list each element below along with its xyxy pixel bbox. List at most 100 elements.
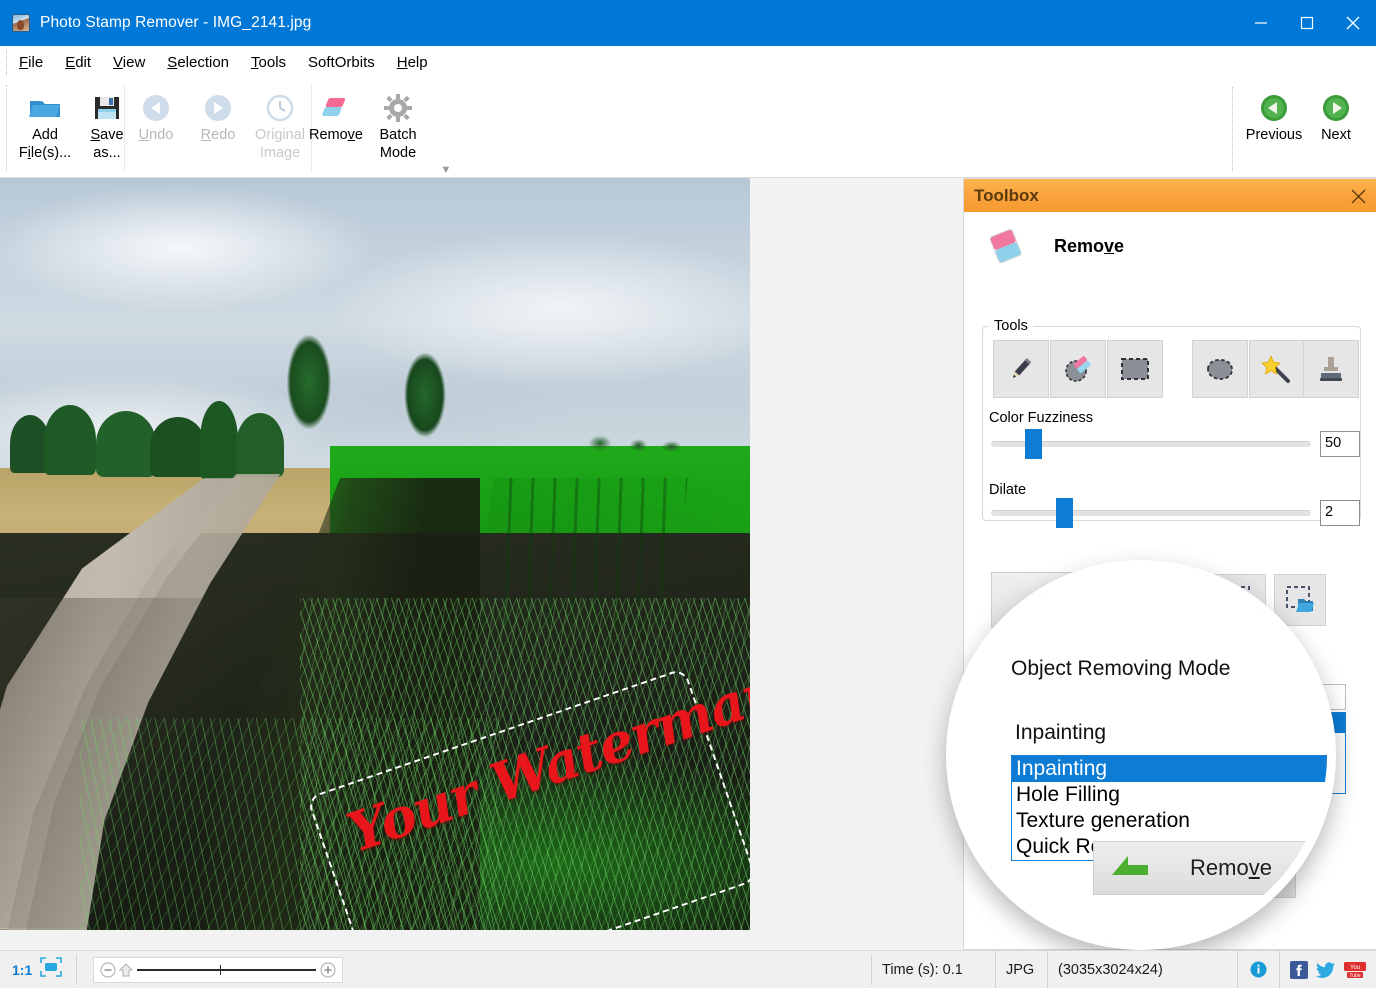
original-image-label-line1: Original	[248, 128, 312, 143]
status-divider-1	[76, 955, 77, 985]
zoom-out-icon[interactable]	[100, 962, 116, 978]
nav-divider	[1232, 87, 1233, 171]
status-dimensions: (3035x3024x24)	[1048, 951, 1238, 988]
redo-button[interactable]: Redo	[187, 85, 249, 143]
add-files-label-line1: Add	[13, 128, 77, 143]
dilate-value[interactable]: 2	[1320, 500, 1360, 526]
lasso-tool-button[interactable]	[1192, 340, 1248, 398]
zoom-orm-option-inpainting[interactable]: Inpainting	[1012, 756, 1336, 782]
add-files-button[interactable]: Add File(s)...	[14, 85, 76, 161]
eraser-tool-button[interactable]	[1050, 340, 1106, 398]
zoom-orm-option-hole-filling[interactable]: Hole Filling	[1012, 782, 1336, 808]
menu-edit[interactable]: Edit	[54, 51, 102, 74]
status-bar: 1:1	[0, 950, 1376, 988]
close-button[interactable]	[1330, 0, 1376, 46]
toolbox-close-button[interactable]	[1347, 185, 1369, 207]
status-right-group: Time (s): 0.1 JPG (3035x3024x24)	[871, 951, 1376, 988]
svg-text:Tube: Tube	[1349, 973, 1360, 979]
tools-group-label: Tools	[989, 318, 1033, 334]
zoom-green-remove-icon	[1106, 847, 1158, 889]
menu-tools[interactable]: Tools	[240, 51, 297, 74]
clone-stamp-tool-button[interactable]	[1303, 340, 1359, 398]
toolbox-tool-header: Remove	[964, 212, 1376, 266]
title-bar: Photo Stamp Remover - IMG_2141.jpg	[0, 0, 1376, 46]
window-title: Photo Stamp Remover - IMG_2141.jpg	[40, 14, 311, 32]
batch-mode-label-line2: Mode	[366, 146, 430, 161]
image-canvas[interactable]: Your Watermark	[0, 178, 750, 930]
clock-history-icon	[265, 91, 295, 125]
undo-arrow-icon	[141, 91, 171, 125]
color-fuzziness-value[interactable]: 50	[1320, 431, 1360, 457]
redo-arrow-icon	[203, 91, 233, 125]
magic-wand-tool-button[interactable]	[1249, 340, 1305, 398]
zoom-ratio-button[interactable]: 1:1	[0, 962, 32, 978]
next-button[interactable]: Next	[1308, 85, 1364, 143]
facebook-icon[interactable]	[1290, 961, 1308, 979]
green-right-arrow-icon	[1321, 91, 1351, 125]
info-button[interactable]	[1238, 951, 1280, 988]
undo-button[interactable]: Undo	[125, 85, 187, 143]
menu-view[interactable]: View	[102, 51, 156, 74]
social-links: You Tube	[1280, 961, 1376, 979]
far-trees	[578, 430, 688, 452]
remove-ribbon-button[interactable]: Remove	[305, 85, 367, 143]
ribbon-history-group: Undo Redo O	[124, 85, 312, 171]
menu-help[interactable]: Help	[386, 51, 439, 74]
magnifier-lens: Object Removing Mode Inpainting Inpainti…	[946, 560, 1336, 950]
tree-line	[0, 353, 460, 483]
zoom-object-removing-mode-combo[interactable]: Inpainting	[1015, 721, 1106, 745]
zoom-remove-action-button[interactable]: Remove	[1093, 841, 1323, 895]
next-label: Next	[1304, 128, 1368, 143]
info-icon	[1250, 961, 1267, 978]
previous-label: Previous	[1242, 128, 1306, 143]
ribbon-toolbar: Add File(s)... Save as...	[0, 79, 1376, 178]
status-time: Time (s): 0.1	[872, 951, 996, 988]
zoom-object-removing-mode-label: Object Removing Mode	[1011, 657, 1230, 681]
remove-ribbon-label: Remove	[304, 128, 368, 143]
magnifier-content: Object Removing Mode Inpainting Inpainti…	[955, 569, 1327, 941]
open-folder-icon	[28, 91, 62, 125]
zoom-in-icon[interactable]	[320, 962, 336, 978]
dilate-track[interactable]	[991, 510, 1311, 516]
menu-selection[interactable]: Selection	[156, 51, 240, 74]
color-fuzziness-thumb[interactable]	[1025, 429, 1042, 459]
eraser-icon	[319, 91, 353, 125]
app-icon	[12, 14, 30, 32]
ribbon-expand-icon[interactable]: ▼	[439, 163, 453, 177]
original-image-button[interactable]: Original Image	[249, 85, 311, 161]
toolbox-title: Toolbox	[974, 186, 1039, 206]
poplar-tree-left	[278, 316, 340, 448]
original-image-label-line2: Image	[248, 146, 312, 161]
window-controls	[1238, 0, 1376, 46]
toolbox-header: Toolbox	[964, 179, 1376, 212]
menu-softorbits[interactable]: SoftOrbits	[297, 51, 386, 74]
green-left-arrow-icon	[1259, 91, 1289, 125]
floppy-disk-icon	[93, 91, 121, 125]
rectangle-select-tool-button[interactable]	[1107, 340, 1163, 398]
status-spacer	[343, 951, 871, 988]
twitter-icon[interactable]	[1316, 961, 1336, 979]
add-files-label-line2: File(s)...	[13, 146, 77, 161]
minimize-button[interactable]	[1238, 0, 1284, 46]
zoom-slider-track[interactable]	[137, 969, 316, 971]
menu-file[interactable]: FFileile	[8, 51, 54, 74]
zoom-home-icon[interactable]	[119, 962, 133, 978]
fit-to-screen-button[interactable]	[32, 957, 70, 982]
zoom-slider[interactable]	[93, 957, 343, 983]
gear-icon	[383, 91, 413, 125]
zoom-slider-tick	[220, 965, 221, 975]
eraser-icon	[982, 226, 1030, 266]
status-format: JPG	[996, 951, 1048, 988]
undo-label: Undo	[124, 128, 188, 143]
zoom-orm-option-texture-generation[interactable]: Texture generation	[1012, 808, 1336, 834]
maximize-button[interactable]	[1284, 0, 1330, 46]
batch-mode-button[interactable]: Batch Mode	[367, 85, 429, 161]
poplar-tree-right	[396, 336, 454, 454]
previous-button[interactable]: Previous	[1240, 85, 1308, 143]
ribbon-action-group: Remove	[305, 85, 429, 171]
youtube-icon[interactable]: You Tube	[1344, 961, 1366, 979]
dilate-thumb[interactable]	[1056, 498, 1073, 528]
zoom-remove-action-label: Remove	[1190, 855, 1272, 881]
tools-group: Tools	[982, 318, 1361, 521]
pencil-tool-button[interactable]	[993, 340, 1049, 398]
